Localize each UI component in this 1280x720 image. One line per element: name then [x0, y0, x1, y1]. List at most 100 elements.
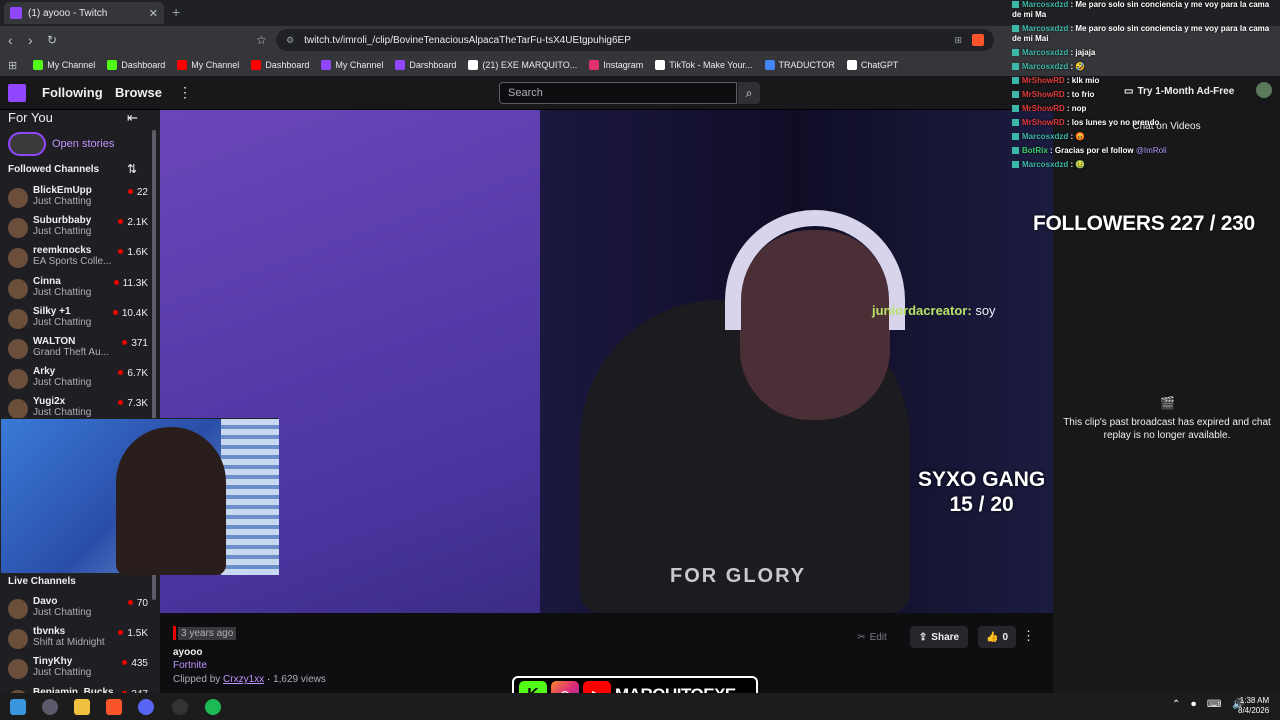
- close-tab-icon[interactable]: ✕: [149, 7, 158, 20]
- sidebar-channel[interactable]: Silky +1 Just Chatting 10.4K: [8, 306, 148, 336]
- bookmark-item[interactable]: (21) EXE MARQUITO...: [464, 60, 581, 70]
- bookmark-label: Darshboard: [409, 60, 457, 70]
- brave-shield-icon[interactable]: [972, 34, 984, 46]
- more-options-icon[interactable]: ⋮: [178, 84, 192, 101]
- file-explorer-icon[interactable]: [74, 699, 90, 715]
- discord-icon[interactable]: [138, 699, 154, 715]
- twitch-logo-icon[interactable]: [8, 84, 26, 102]
- channel-viewers: 11.3K: [114, 278, 148, 289]
- live-channels-heading: Live Channels: [8, 576, 76, 587]
- forward-icon[interactable]: ›: [28, 32, 33, 48]
- collapse-sidebar-icon[interactable]: ⇤: [127, 110, 138, 126]
- followers-goal: FOLLOWERS 227 / 230: [1033, 212, 1255, 235]
- channel-viewers: 435: [122, 658, 148, 669]
- channel-avatar: [8, 629, 28, 650]
- brave-browser-icon[interactable]: [106, 699, 122, 715]
- bookmark-item[interactable]: Darshboard: [391, 60, 460, 70]
- chat-badge-icon: [1012, 25, 1019, 32]
- windows-start-icon[interactable]: [10, 699, 26, 715]
- chat-text: 😡: [1075, 132, 1086, 141]
- browser-tab[interactable]: (1) ayooo - Twitch ✕: [4, 2, 164, 24]
- tab-title: (1) ayooo - Twitch: [28, 7, 108, 19]
- sidebar-channel[interactable]: TinyKhy Just Chatting 435: [8, 656, 148, 686]
- clip-more-icon[interactable]: ⋮: [1022, 628, 1035, 644]
- chat-username: MrShowRD: [1022, 104, 1065, 113]
- sidebar-channel[interactable]: Davo Just Chatting 70: [8, 596, 148, 626]
- chat-text: to frio: [1071, 90, 1095, 99]
- chat-badge-icon: [1012, 133, 1019, 140]
- bookmark-item[interactable]: My Channel: [173, 60, 243, 70]
- open-stories-label: Open stories: [52, 138, 115, 150]
- like-button[interactable]: 👍 0: [978, 626, 1016, 648]
- chat-badge-icon: [1012, 161, 1019, 168]
- bookmark-item[interactable]: Dashboard: [247, 60, 313, 70]
- channel-viewers: 70: [128, 598, 148, 609]
- bookmark-item[interactable]: Dashboard: [103, 60, 169, 70]
- site-info-icon[interactable]: ⚙: [286, 35, 294, 46]
- new-tab-button[interactable]: +: [172, 4, 180, 20]
- url-bar[interactable]: ⚙ twitch.tv/imroli_/clip/BovineTenacious…: [276, 29, 994, 51]
- overlay-chat-message: Marcosxdzd : 🤢: [1012, 160, 1274, 170]
- overlay-chat-message: Marcosxdzd : Me paro solo sin conciencia…: [1012, 24, 1270, 43]
- chat-badge-icon: [1012, 119, 1019, 126]
- channel-name: tbvnks: [33, 626, 66, 638]
- sidebar-channel[interactable]: Suburbbaby Just Chatting 2.1K: [8, 215, 148, 245]
- chat-username: Marcosxdzd: [1022, 160, 1069, 169]
- edit-label: Edit: [869, 631, 887, 643]
- bookmark-label: TRADUCTOR: [778, 60, 835, 70]
- sort-icon[interactable]: ⇅: [127, 162, 137, 176]
- taskbar-app-icon[interactable]: [42, 699, 58, 715]
- sidebar-channel[interactable]: tbvnks Shift at Midnight 1.5K: [8, 626, 148, 656]
- chat-badge-icon: [1012, 147, 1019, 154]
- sidebar: For You ⇤ Open stories Followed Channels…: [0, 110, 160, 710]
- back-icon[interactable]: ‹: [8, 32, 13, 48]
- sidebar-channel[interactable]: Cinna Just Chatting 11.3K: [8, 276, 148, 306]
- nav-browse[interactable]: Browse: [115, 85, 162, 100]
- channel-avatar: [8, 218, 28, 239]
- obs-icon[interactable]: [172, 699, 188, 715]
- url-text: twitch.tv/imroli_/clip/BovineTenaciousAl…: [304, 34, 631, 46]
- reload-icon[interactable]: ↻: [47, 33, 57, 47]
- sidebar-channel[interactable]: WALTON Grand Theft Au... 371: [8, 336, 148, 366]
- bookmark-item[interactable]: Instagram: [585, 60, 647, 70]
- chat-text: nop: [1071, 104, 1087, 113]
- channel-avatar: [8, 399, 28, 420]
- nav-following[interactable]: Following: [42, 85, 103, 100]
- channel-viewers: 6.7K: [118, 368, 148, 379]
- clip-video-player[interactable]: FOR GLORY juniordacreator: soy SYXO GANG…: [160, 110, 1053, 613]
- channel-viewers: 1.6K: [118, 247, 148, 258]
- search-icon[interactable]: ⌕: [738, 82, 760, 104]
- channel-viewers: 371: [122, 338, 148, 349]
- sidebar-channel[interactable]: Arky Just Chatting 6.7K: [8, 366, 148, 396]
- chat-username: Marcosxdzd: [1022, 0, 1069, 9]
- search-input[interactable]: Search: [499, 82, 737, 104]
- bookmark-item[interactable]: TikTok - Make Your...: [651, 60, 756, 70]
- bookmark-item[interactable]: TRADUCTOR: [761, 60, 839, 70]
- apps-grid-icon[interactable]: ⊞: [8, 59, 17, 72]
- bookmark-label: TikTok - Make Your...: [669, 60, 753, 70]
- sidebar-channel[interactable]: BlickEmUpp Just Chatting 22: [8, 185, 148, 215]
- bookmark-item[interactable]: My Channel: [29, 60, 99, 70]
- bookmark-item[interactable]: My Channel: [317, 60, 387, 70]
- bookmark-label: (21) EXE MARQUITO...: [482, 60, 578, 70]
- channel-name: reemknocks: [33, 245, 92, 257]
- like-count: 0: [1002, 631, 1008, 643]
- bookmark-label: Instagram: [603, 60, 644, 70]
- chat-mention: @ImRoli: [1135, 146, 1167, 155]
- bookmark-icon[interactable]: ☆: [256, 33, 267, 47]
- bookmark-item[interactable]: ChatGPT: [843, 60, 903, 70]
- taskbar-clock[interactable]: 1:38 AM 8/4/2026: [1238, 696, 1269, 716]
- windows-taskbar: [0, 693, 1280, 720]
- spotify-icon[interactable]: [205, 699, 221, 715]
- clipper-link[interactable]: Crxzy1xx: [223, 674, 264, 685]
- edit-button[interactable]: ✂ Edit: [848, 626, 896, 648]
- chat-badge-icon: [1012, 91, 1019, 98]
- sidebar-channel[interactable]: reemknocks EA Sports Colle... 1.6K: [8, 245, 148, 275]
- followed-channels-heading: Followed Channels: [8, 164, 100, 175]
- translate-icon[interactable]: ⊞: [954, 35, 962, 46]
- clip-category-link[interactable]: Fortnite: [173, 660, 207, 671]
- channel-name: Suburbbaby: [33, 215, 92, 227]
- bookmark-favicon-icon: [846, 60, 857, 70]
- share-button[interactable]: ⇪ Share: [910, 626, 968, 648]
- open-stories[interactable]: Open stories: [8, 132, 114, 156]
